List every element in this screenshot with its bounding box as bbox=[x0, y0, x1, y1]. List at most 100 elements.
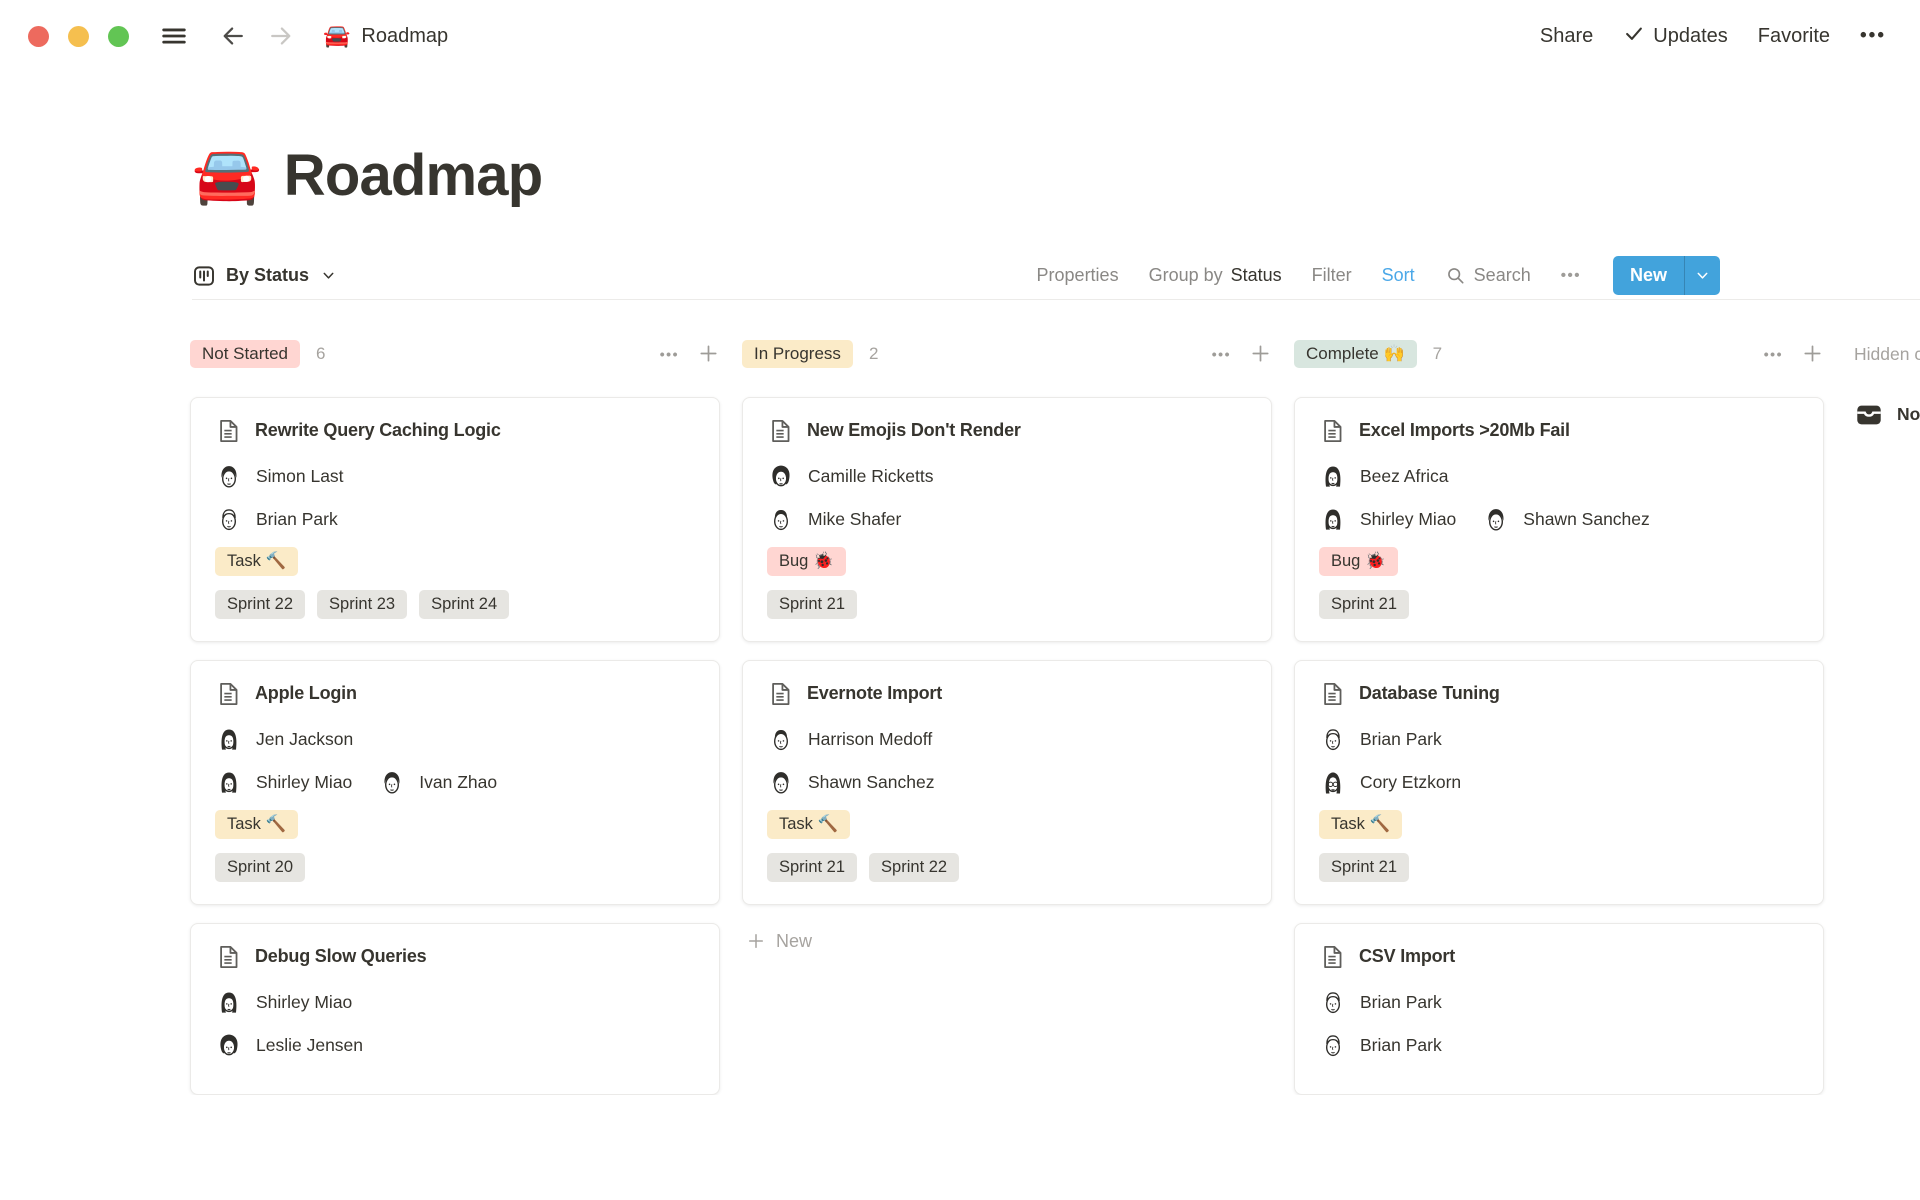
tag-bug[interactable]: Bug 🐞 bbox=[1319, 546, 1398, 576]
doc-emoji-icon: 🚘 bbox=[323, 23, 351, 48]
column-more-icon[interactable]: ••• bbox=[1212, 346, 1231, 362]
sprint-tag-sprint-21[interactable]: Sprint 21 bbox=[1319, 589, 1410, 619]
search-button[interactable]: Search bbox=[1445, 265, 1531, 286]
man-light-avatar-icon bbox=[215, 506, 243, 534]
person-harrison-medoff: Harrison Medoff bbox=[767, 726, 932, 754]
plus-icon bbox=[1249, 342, 1272, 365]
card-title-row: Debug Slow Queries bbox=[215, 944, 695, 970]
properties-button[interactable]: Properties bbox=[1037, 265, 1119, 286]
breadcrumb[interactable]: 🚘 Roadmap bbox=[323, 25, 448, 48]
card-title-row: Database Tuning bbox=[1319, 681, 1799, 707]
person-jen-jackson: Jen Jackson bbox=[215, 726, 353, 754]
person-name: Simon Last bbox=[256, 466, 344, 487]
toolbar-actions: Properties Group by Status Filter Sort S… bbox=[1037, 256, 1720, 296]
add-card-button[interactable]: New bbox=[742, 925, 1272, 958]
page-icon bbox=[1319, 944, 1345, 970]
view-switcher[interactable]: By Status bbox=[192, 264, 336, 288]
sprint-tag-sprint-23[interactable]: Sprint 23 bbox=[317, 589, 408, 619]
card-apple-login[interactable]: Apple Login Jen Jackson Shirley Miao Ivan Z… bbox=[190, 659, 720, 905]
column-header: Not Started 6 ••• bbox=[190, 338, 720, 370]
person-row: Shirley Miao Ivan Zhao bbox=[215, 766, 695, 800]
board-column-complete: Complete 🙌 7 ••• Excel Imports >20Mb Fail Be… bbox=[1294, 338, 1824, 1095]
sprint-tag-sprint-22[interactable]: Sprint 22 bbox=[869, 852, 960, 882]
person-name: Mike Shafer bbox=[808, 509, 902, 530]
filter-button[interactable]: Filter bbox=[1312, 265, 1352, 286]
card-title-row: Apple Login bbox=[215, 681, 695, 707]
person-row: Harrison Medoff bbox=[767, 723, 1247, 757]
hidden-columns-label[interactable]: Hidden columns bbox=[1854, 338, 1920, 370]
sort-button[interactable]: Sort bbox=[1382, 265, 1415, 286]
woman-bob-avatar-icon bbox=[1319, 506, 1347, 534]
back-arrow-icon[interactable] bbox=[189, 22, 247, 50]
tag-row: Task 🔨 bbox=[215, 809, 695, 839]
card-excel-imports-20mb-fail[interactable]: Excel Imports >20Mb Fail Beez Africa Shirl… bbox=[1294, 396, 1824, 642]
sidebar-menu-icon[interactable] bbox=[159, 21, 189, 51]
hidden-column-no-status[interactable]: No Status bbox=[1854, 400, 1920, 430]
close-window-button[interactable] bbox=[28, 25, 49, 47]
card-title: CSV Import bbox=[1359, 946, 1456, 967]
maximize-window-button[interactable] bbox=[108, 25, 129, 47]
man-dark-avatar-icon bbox=[378, 769, 406, 797]
search-icon bbox=[1445, 265, 1466, 286]
tag-task[interactable]: Task 🔨 bbox=[215, 546, 299, 576]
person-name: Camille Ricketts bbox=[808, 466, 934, 487]
man-light-avatar-icon bbox=[1319, 1032, 1347, 1060]
column-more-icon[interactable]: ••• bbox=[660, 346, 679, 362]
tag-task[interactable]: Task 🔨 bbox=[1319, 809, 1403, 839]
page-icon bbox=[215, 418, 241, 444]
column-status-pill[interactable]: Complete 🙌 bbox=[1294, 339, 1417, 368]
column-add-icon[interactable] bbox=[1801, 342, 1824, 365]
person-row: Shirley Miao bbox=[215, 986, 695, 1020]
minimize-window-button[interactable] bbox=[68, 25, 89, 47]
tag-task[interactable]: Task 🔨 bbox=[767, 809, 851, 839]
card-csv-import[interactable]: CSV Import Brian Park Brian Park bbox=[1294, 922, 1824, 1095]
page-emoji-icon[interactable]: 🚘 bbox=[192, 146, 262, 207]
group-by-button[interactable]: Group by Status bbox=[1149, 265, 1282, 286]
page-icon bbox=[1319, 681, 1345, 707]
card-title-row: Excel Imports >20Mb Fail bbox=[1319, 418, 1799, 444]
updates-button[interactable]: Updates bbox=[1623, 22, 1728, 50]
toolbar-more-icon[interactable]: ••• bbox=[1561, 267, 1581, 284]
sprint-tag-sprint-24[interactable]: Sprint 24 bbox=[419, 589, 510, 619]
column-add-icon[interactable] bbox=[1249, 342, 1272, 365]
person-name: Brian Park bbox=[1360, 729, 1442, 750]
card-evernote-import[interactable]: Evernote Import Harrison Medoff Shawn Sanc… bbox=[742, 659, 1272, 905]
sprint-tag-sprint-21[interactable]: Sprint 21 bbox=[767, 589, 858, 619]
person-shawn-sanchez: Shawn Sanchez bbox=[767, 769, 934, 797]
window-more-icon[interactable]: ••• bbox=[1860, 25, 1886, 47]
board-column-in-progress: In Progress 2 ••• New Emojis Don't Render Ca… bbox=[742, 338, 1272, 1095]
card-title-row: Evernote Import bbox=[767, 681, 1247, 707]
page-title[interactable]: Roadmap bbox=[284, 145, 543, 207]
tag-bug[interactable]: Bug 🐞 bbox=[767, 546, 846, 576]
card-rewrite-query-caching-logic[interactable]: Rewrite Query Caching Logic Simon Last Bri… bbox=[190, 396, 720, 642]
favorite-button[interactable]: Favorite bbox=[1758, 25, 1830, 48]
topbar-actions: Share Updates Favorite ••• bbox=[1540, 22, 1886, 50]
tag-row: Bug 🐞 bbox=[767, 546, 1247, 576]
sprint-row: Sprint 21 bbox=[1319, 852, 1799, 882]
card-debug-slow-queries[interactable]: Debug Slow Queries Shirley Miao Leslie Jen… bbox=[190, 922, 720, 1095]
column-status-pill[interactable]: In Progress bbox=[742, 339, 853, 368]
person-brian-park: Brian Park bbox=[215, 506, 338, 534]
new-button-chevron[interactable] bbox=[1685, 256, 1720, 295]
column-status-pill[interactable]: Not Started bbox=[190, 339, 300, 368]
sprint-tag-sprint-20[interactable]: Sprint 20 bbox=[215, 852, 306, 882]
forward-arrow-icon[interactable] bbox=[247, 22, 295, 50]
new-button[interactable]: New bbox=[1612, 256, 1720, 296]
toolbar-divider bbox=[192, 298, 1920, 300]
column-count: 2 bbox=[868, 343, 879, 363]
check-icon bbox=[1623, 22, 1645, 50]
person-simon-last: Simon Last bbox=[215, 463, 344, 491]
sprint-tag-sprint-21[interactable]: Sprint 21 bbox=[1319, 852, 1410, 882]
card-database-tuning[interactable]: Database Tuning Brian Park Cory Etzkorn Tas… bbox=[1294, 659, 1824, 905]
card-new-emojis-don-t-render[interactable]: New Emojis Don't Render Camille Ricketts M… bbox=[742, 396, 1272, 642]
person-row: Simon Last bbox=[215, 460, 695, 494]
column-more-icon[interactable]: ••• bbox=[1764, 346, 1783, 362]
share-button[interactable]: Share bbox=[1540, 25, 1593, 48]
chevron-down-icon bbox=[321, 268, 336, 283]
column-add-icon[interactable] bbox=[697, 342, 720, 365]
sprint-tag-sprint-21[interactable]: Sprint 21 bbox=[767, 852, 858, 882]
tag-task[interactable]: Task 🔨 bbox=[215, 809, 299, 839]
man-short-avatar-icon bbox=[767, 506, 795, 534]
sprint-tag-sprint-22[interactable]: Sprint 22 bbox=[215, 589, 306, 619]
person-name: Brian Park bbox=[1360, 1035, 1442, 1056]
